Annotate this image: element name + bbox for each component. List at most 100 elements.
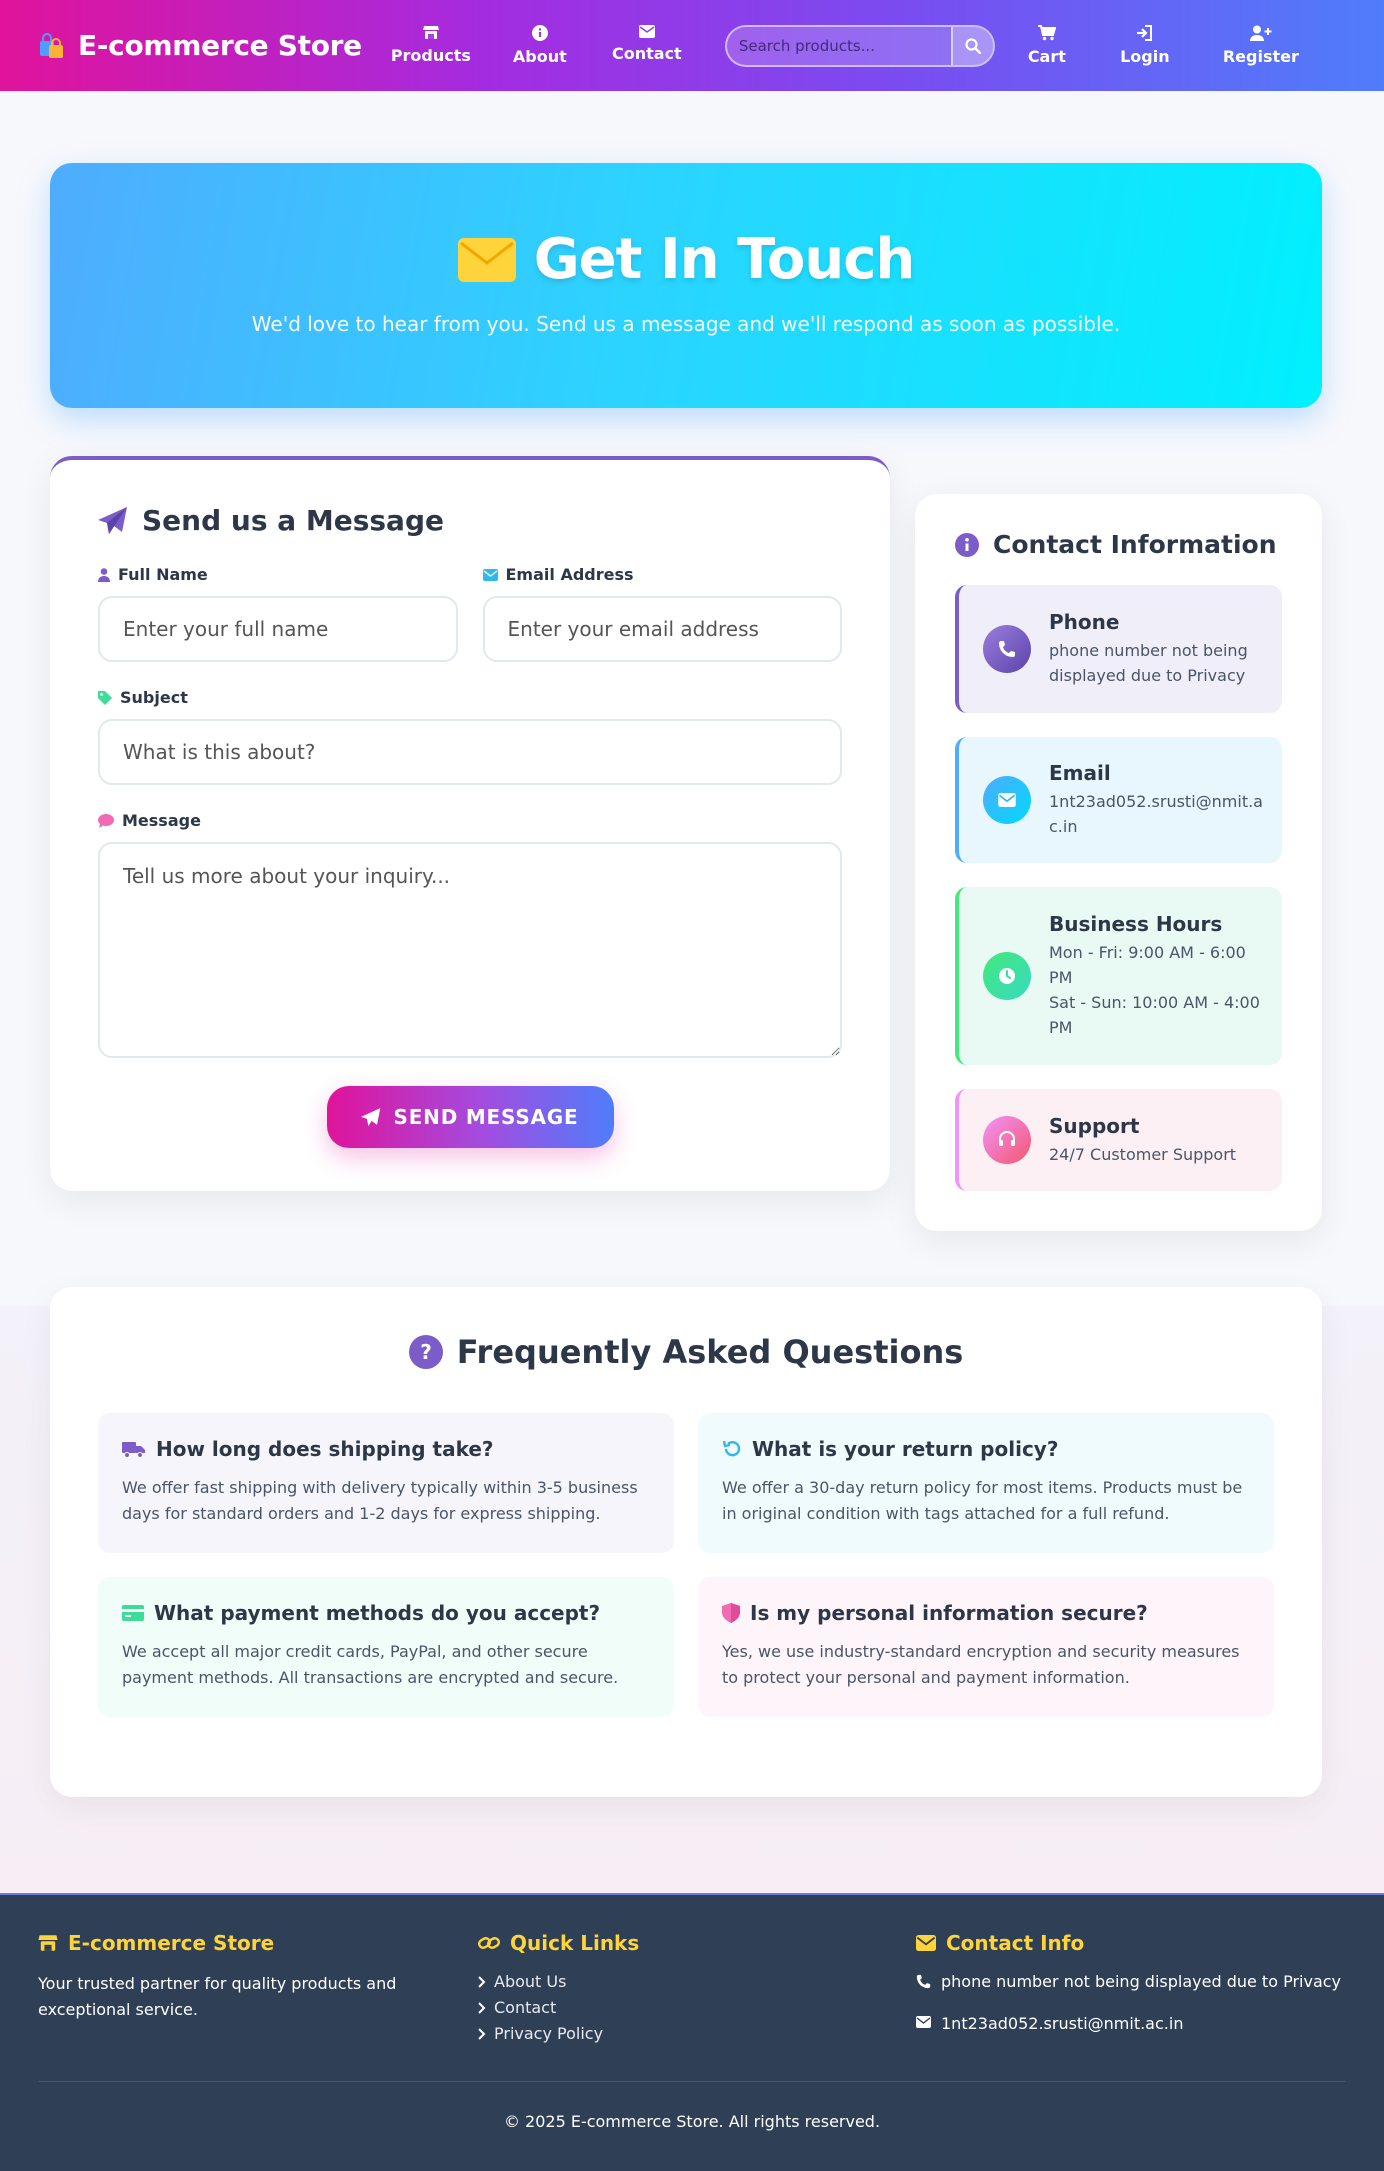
info-email-title: Email [1049, 761, 1111, 785]
tag-icon [98, 690, 112, 705]
message-field: Message [98, 811, 842, 1062]
faq-question-text: Is my personal information secure? [750, 1601, 1148, 1625]
faq-item: What payment methods do you accept? We a… [98, 1577, 674, 1717]
hero-title: Get In Touch [457, 227, 916, 292]
search-button[interactable] [950, 26, 993, 65]
info-email: Email 1nt23ad052.srusti@nmit.a c.in [955, 737, 1282, 863]
faq-item: What is your return policy? We offer a 3… [698, 1413, 1274, 1553]
nav-register[interactable]: Register [1221, 25, 1301, 66]
info-support: Support 24/7 Customer Support [955, 1089, 1282, 1191]
search-icon [965, 37, 981, 54]
message-label: Message [98, 811, 842, 830]
link-icon [478, 1935, 500, 1951]
nav-contact-label: Contact [612, 44, 682, 63]
footer-link-privacy-policy[interactable]: Privacy Policy [478, 2021, 916, 2047]
faq-title: Frequently Asked Questions [456, 1333, 964, 1371]
name-field: Full Name [98, 565, 458, 662]
nav-login[interactable]: Login [1119, 25, 1171, 66]
footer-email-text[interactable]: 1nt23ad052.srusti@nmit.ac.in [941, 2011, 1183, 2037]
info-phone-line: displayed due to Privacy [1049, 666, 1246, 685]
nav-links: Products About Contact [390, 25, 683, 66]
email-input[interactable] [482, 596, 842, 662]
footer-email: 1nt23ad052.srusti@nmit.ac.in [916, 2011, 1346, 2037]
send-message-button[interactable]: SEND MESSAGE [326, 1086, 614, 1148]
footer-phone: phone number not being displayed due to … [916, 1969, 1346, 1995]
footer-phone-text: phone number not being displayed due to … [941, 1972, 1342, 1991]
info-icon [531, 25, 548, 41]
footer-link-about-us[interactable]: About Us [478, 1969, 916, 1995]
full-name-input[interactable] [98, 596, 458, 662]
faq-question-text: What payment methods do you accept? [154, 1601, 601, 1625]
store-icon [38, 1934, 58, 1952]
name-label-text: Full Name [118, 565, 208, 584]
faq-question-text: How long does shipping take? [156, 1437, 494, 1461]
info-email-line: c.in [1049, 817, 1078, 836]
form-header: Send us a Message [98, 504, 842, 537]
copyright: © 2025 E-commerce Store. All rights rese… [503, 2112, 881, 2131]
brand[interactable]: E-commerce Store [38, 29, 362, 62]
user-plus-icon [1249, 25, 1272, 41]
email-label-text: Email Address [505, 565, 634, 584]
faq-answer: Yes, we use industry-standard encryption… [722, 1642, 1240, 1687]
shopping-bags-icon [38, 32, 66, 60]
info-phone-body: Phone phone number not being displayed d… [1049, 610, 1248, 688]
credit-card-icon [122, 1605, 144, 1621]
contact-info-header: Contact Information [955, 530, 1282, 559]
footer-link-label: About Us [494, 1972, 567, 1991]
subject-input[interactable] [98, 719, 842, 785]
info-phone-title: Phone [1049, 610, 1120, 634]
message-label-text: Message [122, 811, 201, 830]
info-support-title: Support [1049, 1113, 1140, 1138]
info-hours: Business Hours Mon - Fri: 9:00 AM - 6:00… [955, 887, 1282, 1065]
question-circle-icon: ? [408, 1335, 443, 1369]
footer-about: E-commerce Store Your trusted partner fo… [38, 1931, 478, 2047]
faq-header: ? Frequently Asked Questions [98, 1333, 1274, 1371]
info-email-line: 1nt23ad052.srusti@nmit.a [1049, 792, 1263, 811]
cart-icon [1037, 25, 1056, 41]
nav-cart[interactable]: Cart [1025, 25, 1069, 66]
faq-question: What payment methods do you accept? [122, 1601, 650, 1625]
shield-icon [722, 1603, 740, 1623]
envelope-icon [457, 237, 516, 282]
hero-heading: Get In Touch [533, 227, 916, 292]
navbar: E-commerce Store Products About Contact [0, 0, 1384, 91]
info-email-body: Email 1nt23ad052.srusti@nmit.a c.in [1049, 761, 1263, 839]
footer-columns: E-commerce Store Your trusted partner fo… [38, 1931, 1346, 2047]
nav-products[interactable]: Products [390, 25, 471, 66]
faq-section: ? Frequently Asked Questions How long do… [50, 1287, 1322, 1797]
footer-contact: Contact Info phone number not being disp… [916, 1931, 1346, 2047]
email-field: Email Address [482, 565, 843, 662]
envelope-icon [916, 1935, 936, 1951]
faq-question: How long does shipping take? [122, 1437, 650, 1461]
email-label: Email Address [482, 565, 843, 584]
message-textarea[interactable] [98, 842, 842, 1058]
footer-contact-title: Contact Info [916, 1931, 1346, 1955]
svg-text:?: ? [420, 1340, 432, 1364]
envelope-icon [638, 25, 655, 38]
send-message-label: SEND MESSAGE [393, 1105, 579, 1129]
undo-icon [722, 1439, 742, 1459]
paper-plane-icon [98, 506, 128, 535]
brand-name: E-commerce Store [78, 29, 362, 62]
envelope-icon [983, 776, 1031, 824]
nav-about[interactable]: About [510, 25, 570, 66]
nav-register-label: Register [1222, 47, 1299, 66]
footer-link-contact[interactable]: Contact [478, 1995, 916, 2021]
nav-products-label: Products [390, 46, 471, 65]
nav-about-label: About [512, 47, 567, 66]
nav-contact[interactable]: Contact [611, 25, 683, 66]
search-input[interactable] [726, 26, 951, 65]
contact-form-card: Send us a Message Full Name Email Addres… [50, 456, 890, 1191]
info-hours-line: PM [1049, 1018, 1073, 1037]
form-title: Send us a Message [142, 504, 444, 537]
info-hours-title: Business Hours [1049, 912, 1223, 936]
hero-banner: Get In Touch We'd love to hear from you.… [50, 163, 1322, 408]
info-support-body: Support 24/7 Customer Support [1049, 1114, 1236, 1167]
nav-login-label: Login [1120, 47, 1170, 66]
subject-label-text: Subject [120, 688, 188, 707]
name-label: Full Name [98, 565, 458, 584]
paper-plane-icon [361, 1107, 381, 1127]
envelope-icon [916, 2011, 931, 2037]
footer-divider [38, 2081, 1346, 2082]
info-hours-line: PM [1049, 968, 1073, 987]
